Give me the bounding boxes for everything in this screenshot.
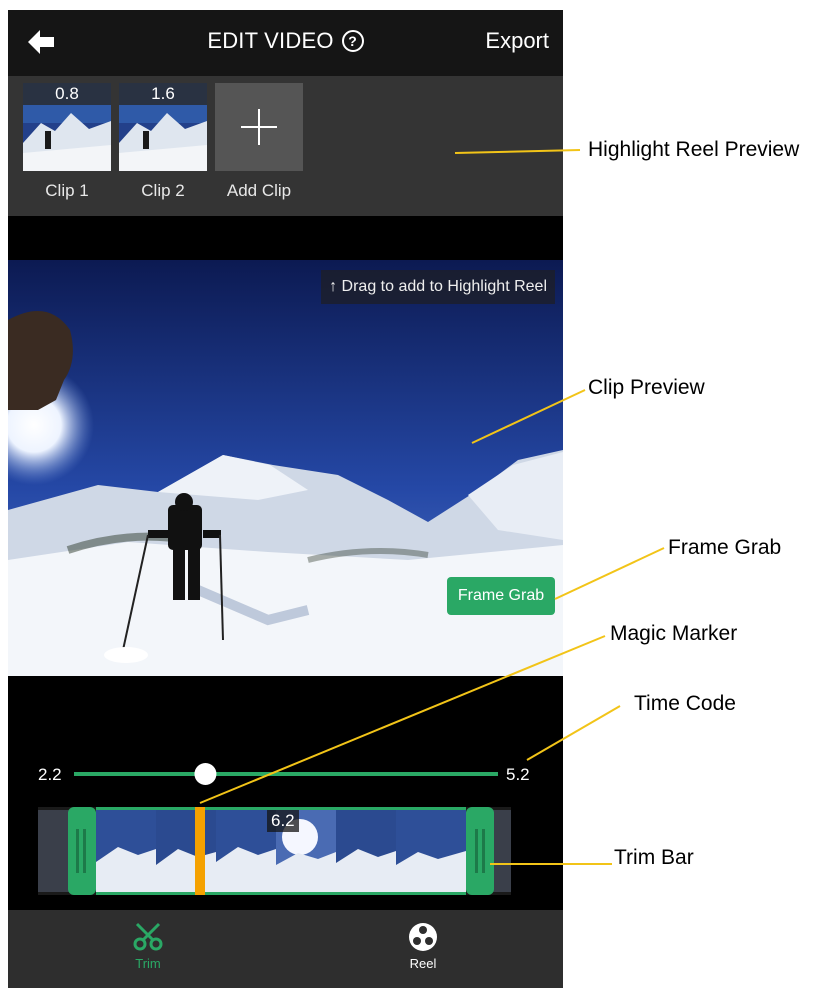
add-clip-tile[interactable] (215, 83, 303, 171)
title-text: EDIT VIDEO (207, 28, 334, 53)
callout-clip-preview: Clip Preview (588, 376, 705, 399)
tab-trim-label: Trim (135, 956, 161, 971)
callout-trim-bar: Trim Bar (614, 846, 694, 869)
clip-thumbnail: 0.8 (23, 83, 111, 171)
trim-bar[interactable]: 6.2 (38, 807, 511, 895)
add-clip-label: Add Clip (226, 181, 292, 200)
scrubber-track[interactable] (74, 772, 498, 776)
trim-left-handle[interactable] (68, 807, 96, 895)
frame-grab-button[interactable]: Frame Grab (447, 577, 555, 615)
magic-marker[interactable] (195, 807, 205, 895)
drag-hint: ↑ Drag to add to Highlight Reel (321, 270, 555, 304)
callout-time-code: Time Code (634, 692, 736, 715)
add-clip-button[interactable]: Add Clip (215, 83, 303, 201)
clip-thumbnail: 1.6 (119, 83, 207, 171)
plus-icon (241, 109, 277, 145)
tab-reel-label: Reel (409, 956, 437, 971)
scrubber-thumb[interactable] (194, 763, 217, 785)
clip-label: Clip 1 (45, 181, 89, 200)
tab-bar: Trim Reel (8, 910, 563, 988)
reel-icon (409, 923, 437, 951)
tab-reel[interactable]: Reel (378, 922, 468, 971)
clip-duration: 1.6 (119, 83, 207, 105)
reel-clip-1[interactable]: 0.8 Clip 1 (23, 83, 111, 201)
trim-right-handle[interactable] (466, 807, 494, 895)
help-icon[interactable]: ? (341, 30, 364, 52)
callout-magic-marker: Magic Marker (610, 622, 738, 645)
callout-highlight-reel-preview: Highlight Reel Preview (588, 138, 800, 161)
clip-label: Clip 2 (141, 181, 185, 200)
clip-duration: 0.8 (23, 83, 111, 105)
scrubber-end-time: 5.2 (506, 765, 530, 784)
export-button[interactable]: Export (485, 28, 549, 54)
phone-screen: EDIT VIDEO? Export 0.8 Clip 1 1.6 Clip 2… (8, 10, 563, 988)
top-bar: EDIT VIDEO? Export (8, 10, 563, 76)
highlight-reel-bar: 0.8 Clip 1 1.6 Clip 2 Add Clip (8, 76, 563, 216)
scissors-icon (133, 922, 163, 951)
callout-frame-grab: Frame Grab (668, 536, 782, 559)
trim-timecode: 6.2 (267, 810, 299, 832)
scrubber-start-time: 2.2 (38, 765, 62, 784)
reel-clip-2[interactable]: 1.6 Clip 2 (119, 83, 207, 201)
page-title: EDIT VIDEO? (8, 28, 563, 54)
tab-trim[interactable]: Trim (103, 922, 193, 971)
